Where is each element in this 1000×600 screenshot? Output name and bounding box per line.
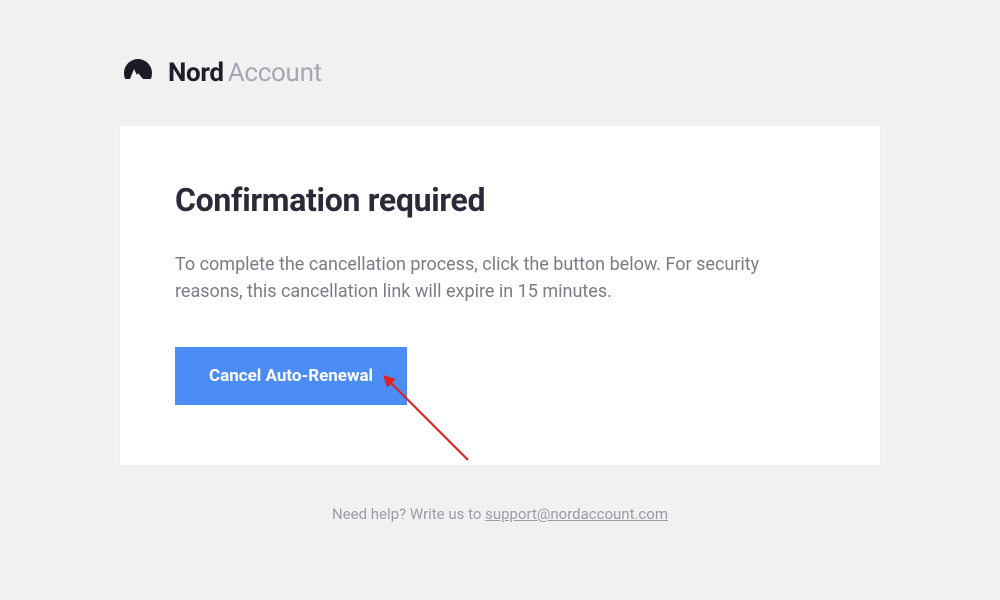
brand-name-light: Account bbox=[228, 58, 322, 88]
cancel-auto-renewal-button[interactable]: Cancel Auto-Renewal bbox=[175, 347, 407, 405]
card-body-text: To complete the cancellation process, cl… bbox=[175, 251, 825, 305]
email-container: NordAccount Confirmation required To com… bbox=[0, 0, 1000, 523]
support-email-link[interactable]: support@nordaccount.com bbox=[485, 505, 668, 523]
card-title: Confirmation required bbox=[175, 181, 825, 219]
brand-text: NordAccount bbox=[168, 58, 322, 88]
nord-logo-icon bbox=[120, 55, 156, 91]
brand-name-bold: Nord bbox=[168, 58, 224, 88]
confirmation-card: Confirmation required To complete the ca… bbox=[120, 126, 880, 465]
footer: Need help? Write us to support@nordaccou… bbox=[120, 505, 880, 523]
footer-prefix: Need help? Write us to bbox=[332, 505, 485, 523]
header: NordAccount bbox=[120, 55, 880, 91]
